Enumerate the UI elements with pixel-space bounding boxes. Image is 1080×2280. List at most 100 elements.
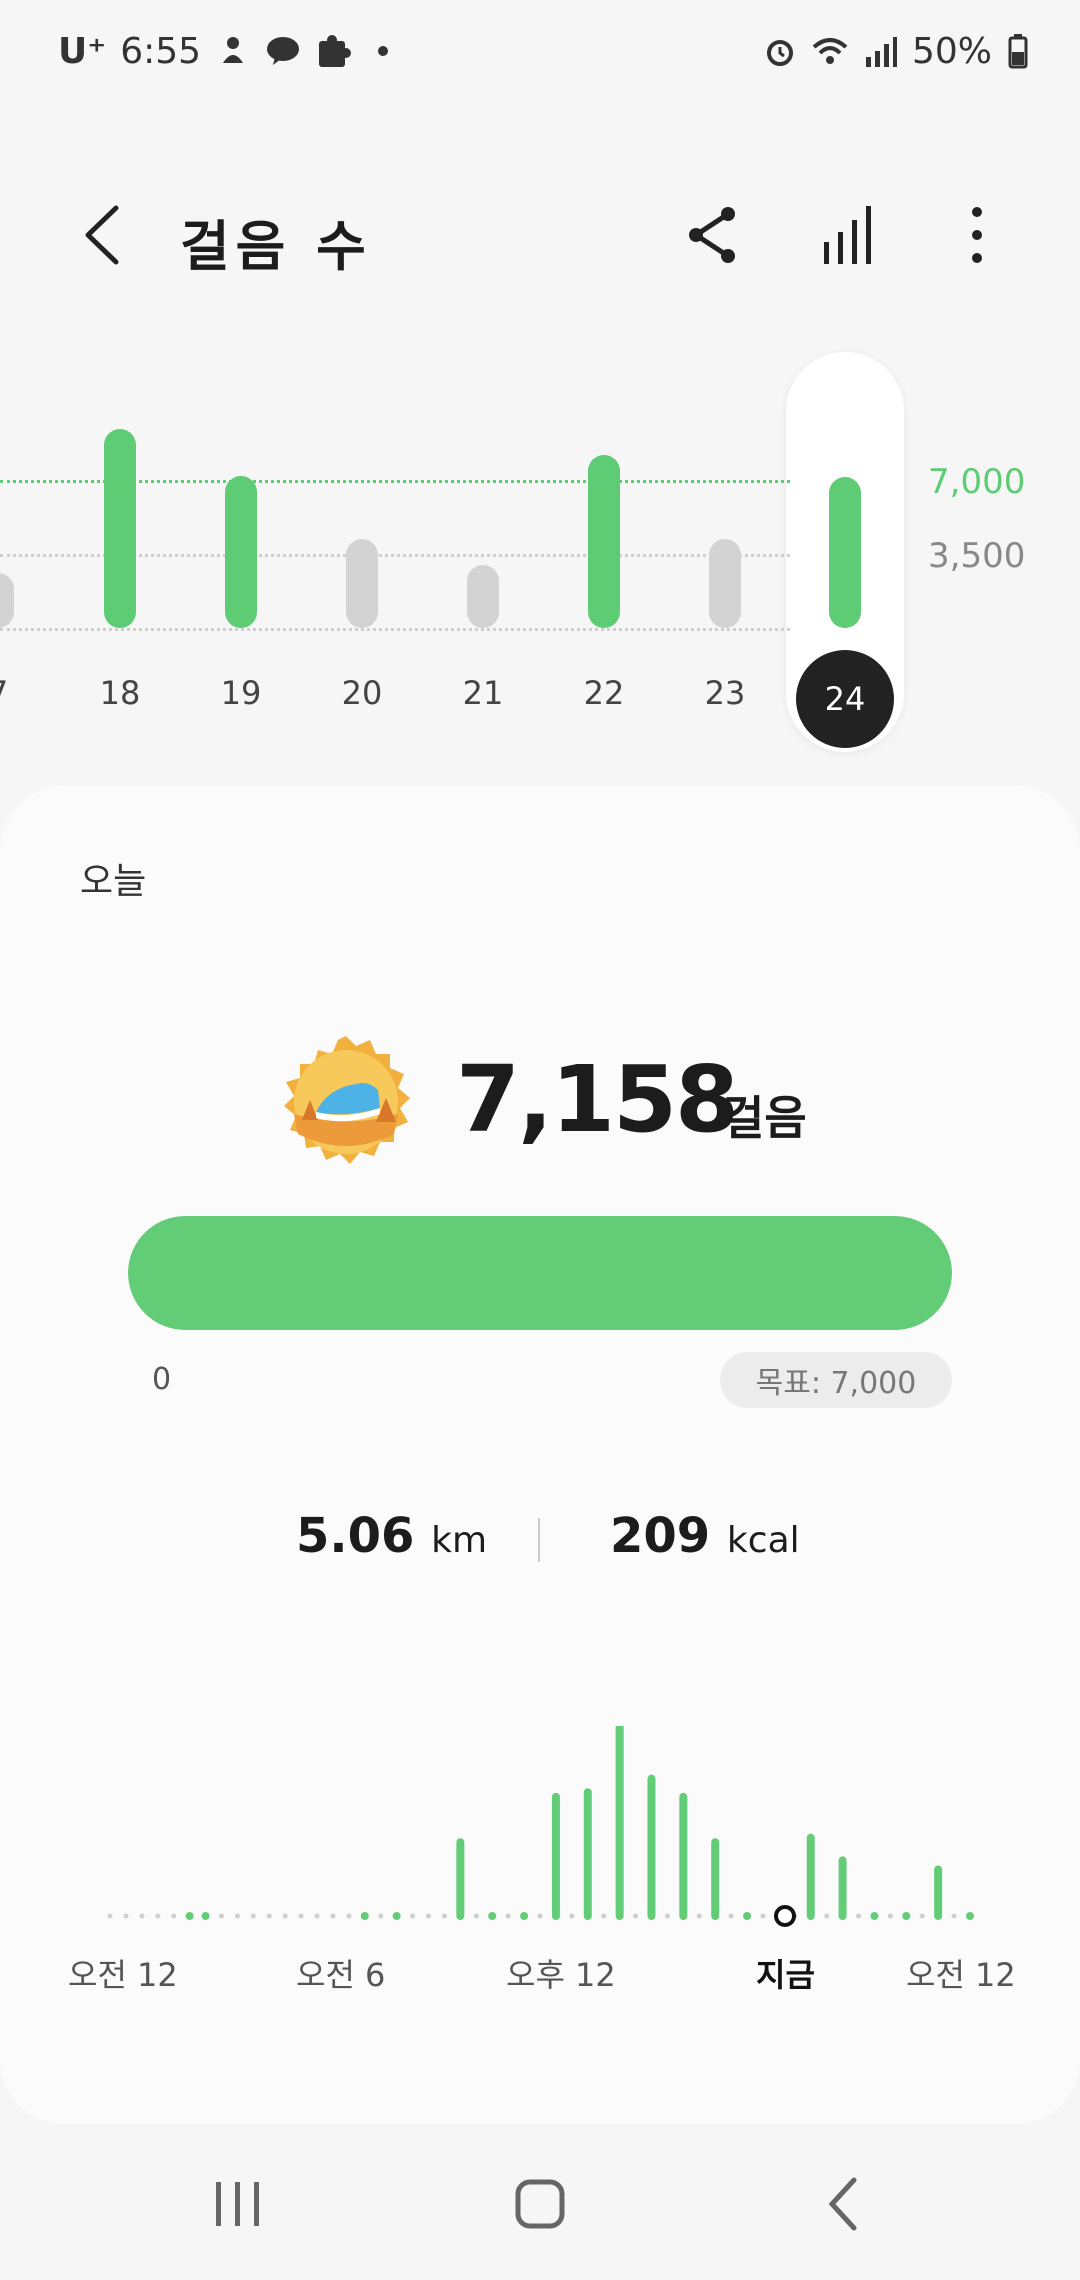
today-summary-card: 오늘 7,158 걸음 0 목표: 7,000 5.06 km 209 kcal… (0, 786, 1080, 2124)
calories-unit: kcal (726, 1520, 800, 1561)
hour-dot (266, 1913, 272, 1919)
hour-bar (551, 1792, 560, 1920)
calories-stat: 209 kcal (610, 1508, 800, 1564)
hour-bar (934, 1865, 943, 1920)
calories-value: 209 (610, 1508, 711, 1564)
y-label-goal: 7,000 (928, 462, 1026, 502)
hour-bar (806, 1833, 815, 1920)
base-line (0, 628, 790, 631)
wifi-icon (812, 38, 848, 64)
page-title: 걸음 수 (180, 215, 372, 278)
carrier-label: U⁺ (58, 30, 107, 72)
battery-percent: 50% (911, 30, 992, 72)
chevron-left-icon[interactable] (70, 200, 140, 270)
week-bar-20[interactable] (346, 539, 378, 628)
week-day-label-23: 23 (704, 674, 746, 712)
clock: 6:55 (120, 30, 202, 72)
week-day-label-22: 22 (583, 674, 625, 712)
hour-dot (330, 1913, 336, 1919)
home-icon[interactable] (500, 2164, 580, 2244)
week-bar-18[interactable] (104, 429, 136, 628)
hour-dot (569, 1913, 575, 1919)
hour-dot (107, 1913, 113, 1919)
hour-bar (679, 1792, 688, 1920)
sneaker-badge-icon (284, 1036, 410, 1164)
hour-dot (314, 1913, 320, 1919)
hour-bar (185, 1912, 194, 1920)
x-label-start: 오전 12 (68, 1956, 178, 1994)
goal-label[interactable]: 목표: 7,000 (720, 1352, 952, 1408)
distance-stat: 5.06 km (296, 1508, 487, 1564)
hour-dot (601, 1913, 607, 1919)
week-day-label-20: 20 (341, 674, 383, 712)
week-day-label-21: 21 (462, 674, 504, 712)
hour-dot (123, 1913, 129, 1919)
hour-dot (410, 1913, 416, 1919)
hour-dot (378, 1913, 384, 1919)
week-bar-7[interactable] (0, 573, 14, 628)
week-bar-22[interactable] (588, 454, 620, 628)
hour-dot (887, 1913, 893, 1919)
weekly-steps-chart[interactable]: 7,000 3,500 7 18 19 20 21 22 23 24 (0, 340, 1080, 760)
alarm-icon (766, 40, 793, 66)
battery-icon (1008, 34, 1028, 69)
hour-dot (856, 1913, 862, 1919)
signal-icon (865, 37, 897, 67)
week-bar-24[interactable] (829, 476, 861, 628)
goal-progress-fill (128, 1216, 952, 1330)
dot-icon (378, 46, 389, 56)
share-icon[interactable] (678, 200, 748, 270)
week-day-label-7: 7 (0, 674, 38, 712)
talk-icon (267, 37, 300, 65)
app-header: 걸음 수 (0, 180, 1080, 290)
hour-dot (951, 1913, 957, 1919)
hour-dot (218, 1913, 224, 1919)
system-nav-bar (0, 2124, 1080, 2280)
hour-bar (711, 1838, 720, 1920)
hour-dot (919, 1913, 925, 1919)
hourly-chart-canvas (107, 1726, 974, 1927)
stats-row: 5.06 km 209 kcal (0, 1508, 1080, 1588)
hour-dot (537, 1913, 543, 1919)
week-bar-19[interactable] (225, 475, 257, 628)
hour-bar (488, 1912, 497, 1920)
puzzle-icon (319, 35, 352, 67)
selected-day-label[interactable]: 24 (796, 650, 894, 748)
hour-dot (171, 1913, 177, 1919)
week-bar-21[interactable] (467, 564, 499, 628)
hour-dot (824, 1913, 830, 1919)
bar-chart-icon[interactable] (816, 200, 886, 270)
hour-dot (760, 1913, 766, 1919)
assistant-icon (223, 37, 244, 63)
x-label-6am: 오전 6 (296, 1956, 386, 1994)
hour-bar (583, 1788, 592, 1920)
steps-unit: 걸음 (722, 1091, 807, 1145)
goal-progress-bar (128, 1216, 952, 1330)
hour-dot (473, 1913, 479, 1919)
hour-dot (155, 1913, 161, 1919)
hour-bar (966, 1912, 974, 1920)
hour-dot (139, 1913, 145, 1919)
hour-bar (838, 1856, 847, 1920)
week-day-label-18: 18 (99, 674, 141, 712)
hourly-steps-chart[interactable]: 오전 12 오전 6 오후 12 지금 오전 12 (0, 1726, 1080, 2026)
nav-back-icon[interactable] (804, 2164, 884, 2244)
week-bar-23[interactable] (709, 539, 741, 628)
hour-dot (696, 1913, 702, 1919)
hour-bar (456, 1838, 465, 1920)
x-label-noon: 오후 12 (506, 1956, 616, 1994)
hour-dot (282, 1913, 288, 1919)
recent-apps-icon[interactable] (198, 2164, 278, 2244)
hour-dot (728, 1913, 734, 1919)
hour-dot (505, 1913, 511, 1919)
hour-dot (250, 1913, 256, 1919)
hour-bar (647, 1774, 656, 1920)
hour-bar (870, 1912, 879, 1920)
hour-bar (520, 1912, 529, 1920)
hour-bar (392, 1912, 401, 1920)
more-vert-icon[interactable] (942, 200, 1012, 270)
hour-dot (633, 1913, 639, 1919)
hour-dot (441, 1913, 447, 1919)
period-label: 오늘 (80, 861, 147, 902)
stats-divider (538, 1518, 540, 1562)
